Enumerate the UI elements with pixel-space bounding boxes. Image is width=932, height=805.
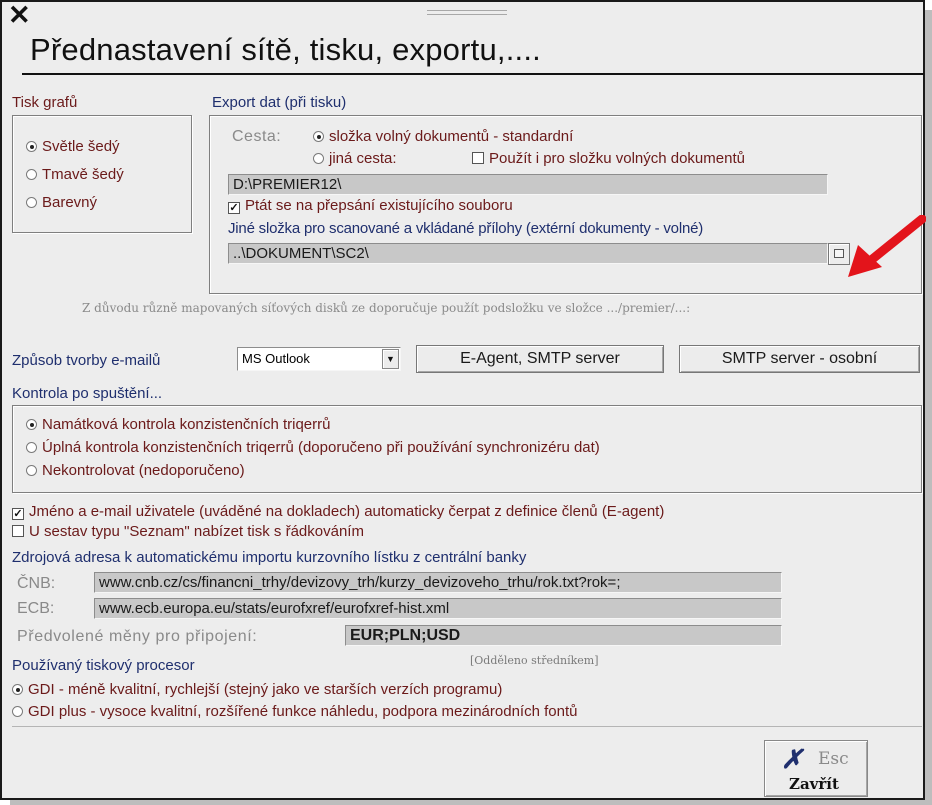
- radio-gdi[interactable]: GDI - méně kvalitní, rychlejší (stejný j…: [12, 681, 502, 699]
- export-path-field[interactable]: D:\PREMIER12\: [228, 174, 828, 195]
- checkbox-pouzit[interactable]: Použít i pro složku volných dokumentů: [472, 150, 745, 168]
- dialog-title: Přednastavení sítě, tisku, exportu,....: [30, 32, 541, 67]
- kontrola-legend: Kontrola po spuštění...: [12, 385, 163, 402]
- eagent-smtp-button[interactable]: E-Agent, SMTP server: [416, 345, 664, 373]
- meny-note: [Odděleno středníkem]: [470, 654, 599, 667]
- scan-path-field[interactable]: ..\DOKUMENT\SC2\: [228, 243, 828, 264]
- cnb-url-field[interactable]: www.cnb.cz/cs/financni_trhy/devizovy_trh…: [94, 572, 782, 593]
- radio-namatkova[interactable]: Namátková kontrola konzistenčních triqer…: [26, 416, 330, 434]
- scan-folder-label: Jiné složka pro scanované a vkládané pří…: [228, 220, 704, 237]
- email-method-value: MS Outlook: [242, 351, 310, 366]
- close-label: Zavřít: [789, 775, 839, 793]
- meny-field[interactable]: EUR;PLN;USD: [345, 625, 782, 646]
- radio-indicator[interactable]: [12, 684, 23, 695]
- checkbox-ptat[interactable]: ✓ Ptát se na přepsání existujícího soubor…: [228, 197, 513, 215]
- red-arrow-annotation: [848, 215, 926, 277]
- radio-gdi-plus[interactable]: GDI plus - vysoce kvalitní, rozšířené fu…: [12, 703, 577, 721]
- checkbox-box[interactable]: [472, 152, 484, 164]
- checkbox-box[interactable]: ✓: [228, 202, 240, 214]
- radio-indicator[interactable]: [26, 197, 37, 208]
- cnb-label: ČNB:: [17, 575, 56, 592]
- checkbox-jmeno-email[interactable]: ✓ Jméno a e-mail uživatele (uváděné na do…: [12, 503, 664, 521]
- tisk-grafu-legend: Tisk grafů: [12, 94, 78, 111]
- kontrola-group: Namátková kontrola konzistenčních triqer…: [12, 405, 922, 493]
- checkbox-seznam[interactable]: U sestav typu "Seznam" nabízet tisk s řá…: [12, 523, 364, 541]
- chevron-down-icon[interactable]: ▼: [382, 349, 399, 369]
- radio-indicator[interactable]: [26, 419, 37, 430]
- cesta-label: Cesta:: [232, 128, 282, 145]
- radio-jina-cesta[interactable]: jiná cesta:: [313, 150, 397, 168]
- esc-shortcut: Esc: [818, 749, 849, 769]
- radio-uplna[interactable]: Úplná kontrola konzistenčních triqerrů (…: [26, 439, 600, 457]
- settings-dialog: ✕ Přednastavení sítě, tisku, exportu,...…: [0, 0, 926, 800]
- checkbox-box[interactable]: ✓: [12, 508, 24, 520]
- tisk-grafu-group: Světle šedý Tmavě šedý Barevný: [12, 115, 192, 233]
- meny-label: Předvolené měny pro připojení:: [17, 628, 258, 645]
- email-method-select[interactable]: MS Outlook ▼: [237, 347, 401, 371]
- radio-nekontrolovat[interactable]: Nekontrolovat (nedoporučeno): [26, 462, 245, 480]
- checkbox-box[interactable]: [12, 525, 24, 537]
- radio-standard-folder[interactable]: složka volný dokumentů - standardní: [313, 128, 573, 146]
- radio-indicator[interactable]: [26, 465, 37, 476]
- drag-handle[interactable]: [427, 10, 507, 15]
- x-mark-icon: ✗: [781, 744, 803, 774]
- radio-indicator[interactable]: [26, 442, 37, 453]
- title-divider: [22, 73, 924, 75]
- radio-svetle-sedy[interactable]: Světle šedý: [26, 138, 120, 156]
- radio-barevny[interactable]: Barevný: [26, 194, 97, 212]
- network-note: Z důvodu různě mapovaných síťových disků…: [82, 301, 691, 315]
- radio-indicator[interactable]: [313, 131, 324, 142]
- smtp-osobni-button[interactable]: SMTP server - osobní: [679, 345, 920, 373]
- radio-indicator[interactable]: [26, 141, 37, 152]
- radio-indicator[interactable]: [12, 706, 23, 717]
- email-method-label: Způsob tvorby e-mailů: [12, 352, 161, 369]
- procesor-legend: Používaný tiskový procesor: [12, 657, 195, 674]
- ecb-label: ECB:: [17, 600, 55, 617]
- export-group: Cesta: složka volný dokumentů - standard…: [209, 115, 922, 294]
- close-button[interactable]: ✗ Esc Zavřít: [764, 740, 868, 797]
- close-icon[interactable]: ✕: [8, 0, 31, 30]
- radio-indicator[interactable]: [313, 153, 324, 164]
- export-legend: Export dat (při tisku): [212, 94, 347, 111]
- radio-tmave-sedy[interactable]: Tmavě šedý: [26, 166, 124, 184]
- radio-indicator[interactable]: [26, 169, 37, 180]
- bottom-divider: [12, 726, 922, 727]
- kurzy-heading: Zdrojová adresa k automatickému importu …: [12, 549, 527, 566]
- ecb-url-field[interactable]: www.ecb.europa.eu/stats/eurofxref/eurofx…: [94, 598, 782, 619]
